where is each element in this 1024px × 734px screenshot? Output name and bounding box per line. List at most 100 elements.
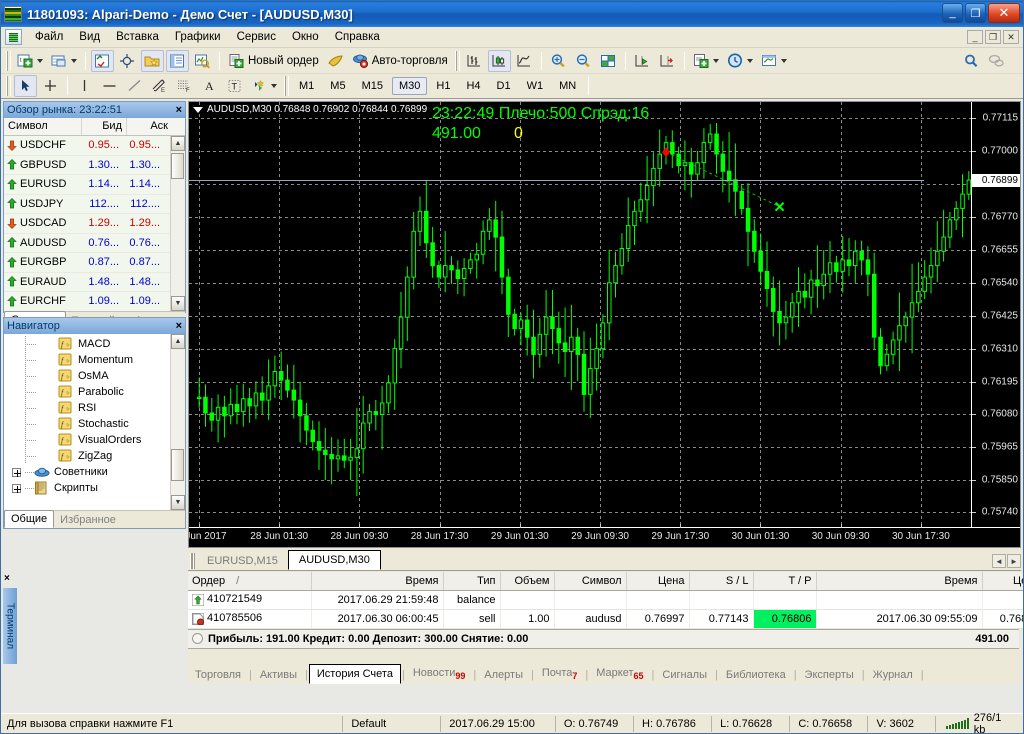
column-bid[interactable]: Бид xyxy=(82,118,127,135)
trendline-button[interactable] xyxy=(123,75,146,97)
zoom-out-button[interactable] xyxy=(572,50,595,72)
vertical-line-button[interactable] xyxy=(73,75,96,97)
chevron-down-icon[interactable] xyxy=(71,58,77,63)
cursor-button[interactable] xyxy=(14,75,37,97)
market-watch-row[interactable]: USDCHF 0.95... 0.95... xyxy=(4,136,185,156)
scroll-up-icon[interactable]: ▲ xyxy=(171,136,185,151)
symbol-cell[interactable]: EURCHF xyxy=(4,295,82,307)
new-order-button[interactable]: Новый ордер xyxy=(225,50,322,72)
fibonacci-button[interactable]: F xyxy=(173,75,196,97)
navigator-button[interactable] xyxy=(141,49,164,72)
col-sl[interactable]: S / L xyxy=(689,572,754,591)
terminal-tab-7[interactable]: Сигналы xyxy=(655,666,714,684)
horizontal-line-button[interactable] xyxy=(98,75,121,97)
market-watch-row[interactable]: USDCAD 1.29... 1.29... xyxy=(4,214,185,234)
col-price-open[interactable]: Цена xyxy=(626,572,690,591)
status-profile[interactable]: Default xyxy=(342,715,442,732)
status-connection[interactable]: 276/1 kb xyxy=(936,712,1023,733)
col-tp[interactable]: T / P xyxy=(753,572,817,591)
market-watch-close-icon[interactable]: × xyxy=(176,104,182,116)
expand-icon[interactable] xyxy=(12,467,21,477)
price-axis[interactable]: 0.771150.770000.768850.767700.766550.765… xyxy=(972,102,1020,527)
toolbar-grip-2[interactable] xyxy=(453,50,460,71)
col-price-close[interactable]: Цена xyxy=(982,572,1023,591)
bar-chart-button[interactable] xyxy=(463,50,486,72)
data-window-button[interactable] xyxy=(116,50,139,72)
navigator-item[interactable]: f Parabolic xyxy=(4,384,185,400)
market-watch-row[interactable]: EURUSD 1.14... 1.14... xyxy=(4,175,185,195)
col-time-open[interactable]: Время xyxy=(311,572,444,591)
chart-tab-audusd-m30[interactable]: AUDUSD,M30 xyxy=(287,550,381,570)
scroll-up-icon[interactable]: ▲ xyxy=(171,334,185,349)
symbol-cell[interactable]: USDCAD xyxy=(4,217,82,229)
mdi-restore-button[interactable]: ❐ xyxy=(985,30,1001,44)
table-row[interactable]: 4107215492017.06.29 21:59:48balance300.0… xyxy=(188,590,1023,610)
timeframe-w1[interactable]: W1 xyxy=(520,77,551,95)
auto-trading-button[interactable]: Авто-торговля xyxy=(349,50,451,72)
terminal-button[interactable] xyxy=(166,49,189,72)
market-watch-row[interactable]: USDJPY 112.... 112.... xyxy=(4,194,185,214)
terminal-tab-9[interactable]: Эксперты xyxy=(798,666,861,684)
symbol-cell[interactable]: USDJPY xyxy=(4,198,82,210)
menu-view[interactable]: Вид xyxy=(71,28,108,46)
terminal-close-icon[interactable]: × xyxy=(4,573,10,584)
timeframe-m1[interactable]: M1 xyxy=(292,77,321,95)
symbol-cell[interactable]: EURUSD xyxy=(4,178,82,190)
symbol-cell[interactable]: USDCHF xyxy=(4,139,82,151)
toolbar-grip-4[interactable] xyxy=(283,76,289,96)
timeframe-mn[interactable]: MN xyxy=(552,77,583,95)
tab-favorites[interactable]: Избранное xyxy=(54,512,122,528)
chart-menu-triangle-icon[interactable] xyxy=(193,106,203,113)
tab-common[interactable]: Общие xyxy=(4,510,55,528)
terminal-tab-5[interactable]: Почта7 xyxy=(535,664,585,684)
chevron-down-icon[interactable] xyxy=(780,58,787,63)
chart-plot[interactable] xyxy=(189,102,972,527)
terminal-tab-8[interactable]: Библиотека xyxy=(719,666,793,684)
templates-button[interactable] xyxy=(758,50,790,72)
search-button[interactable] xyxy=(960,50,983,72)
col-time-close[interactable]: Время xyxy=(816,572,983,591)
navigator-item[interactable]: f MACD xyxy=(4,336,185,352)
timeframe-m15[interactable]: M15 xyxy=(355,77,390,95)
chevron-down-icon[interactable] xyxy=(746,58,753,63)
navigator-item[interactable]: f VisualOrders xyxy=(4,432,185,448)
maximize-button[interactable]: ❐ xyxy=(965,3,986,23)
scrollbar-thumb[interactable] xyxy=(171,153,184,179)
timeframe-m5[interactable]: M5 xyxy=(323,77,352,95)
crosshair-button[interactable] xyxy=(39,75,62,97)
indicators-button[interactable] xyxy=(690,50,722,72)
symbol-cell[interactable]: EURGBP xyxy=(4,256,82,268)
scroll-down-icon[interactable]: ▼ xyxy=(171,296,185,311)
navigator-close-icon[interactable]: × xyxy=(176,320,182,332)
profiles-button[interactable] xyxy=(48,50,80,72)
terminal-tab-1[interactable]: Активы xyxy=(253,666,304,684)
metaeditor-button[interactable] xyxy=(324,50,347,72)
symbol-cell[interactable]: AUDUSD xyxy=(4,237,82,249)
symbol-cell[interactable]: EURAUD xyxy=(4,276,82,288)
menu-help[interactable]: Справка xyxy=(327,28,388,46)
market-watch-button[interactable] xyxy=(91,49,114,72)
chevron-down-icon[interactable] xyxy=(271,84,277,88)
mdi-minimize-button[interactable]: _ xyxy=(967,30,983,44)
navigator-item[interactable]: f OsMA xyxy=(4,368,185,384)
chart-tab-next-icon[interactable]: ► xyxy=(1007,554,1021,568)
candlestick-chart-button[interactable] xyxy=(487,49,511,72)
navigator-item[interactable]: f ZigZag xyxy=(4,448,185,464)
menu-insert[interactable]: Вставка xyxy=(108,28,167,46)
market-watch-row[interactable]: EURCHF 1.09... 1.09... xyxy=(4,292,185,311)
timeframe-m30[interactable]: M30 xyxy=(391,77,428,95)
expand-icon[interactable] xyxy=(12,483,21,493)
time-axis[interactable]: 27 Jun 2017 28 Jun 01:30 28 Jun 09:30 28 Ju… xyxy=(189,524,1020,547)
market-watch-scrollbar[interactable]: ▲ ▼ xyxy=(170,136,185,311)
terminal-tab-4[interactable]: Алерты xyxy=(477,666,530,684)
navigator-item[interactable]: f RSI xyxy=(4,400,185,416)
market-watch-row[interactable]: EURGBP 0.87... 0.87... xyxy=(4,253,185,273)
zoom-in-button[interactable] xyxy=(547,50,570,72)
navigator-item[interactable]: f Stochastic xyxy=(4,416,185,432)
column-ask[interactable]: Аск xyxy=(127,118,172,135)
chart-tab-eurusd-m15[interactable]: EURUSD,M15 xyxy=(197,552,288,570)
chart-tab-prev-icon[interactable]: ◄ xyxy=(992,554,1006,568)
tile-windows-button[interactable] xyxy=(597,50,620,72)
chevron-down-icon[interactable] xyxy=(37,58,43,63)
menu-file[interactable]: Файл xyxy=(27,28,71,46)
